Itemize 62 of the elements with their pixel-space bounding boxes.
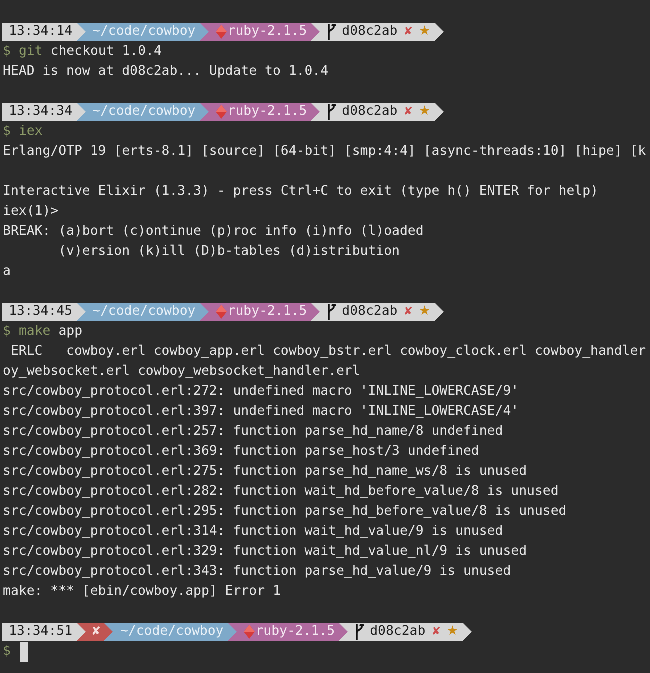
directory-path: ~/code/cowboy [92,103,196,121]
commit-hash: d08c2ab [342,103,398,121]
output-line: src/cowboy_protocol.erl:257: function parse_hd_name/8 undefined [2,423,504,441]
ruby-version: ruby-2.1.5 [228,23,308,41]
ruby-version: ruby-2.1.5 [228,103,308,121]
prompt-symbol: $ [3,123,11,141]
ruby-gem-icon [244,625,255,639]
star-mark: ★ [418,103,431,121]
output-line: src/cowboy_protocol.erl:369: function parse_host/3 undefined [2,443,480,461]
ruby-gem-icon [216,305,227,319]
command-name: make [18,323,51,341]
directory-path: ~/code/cowboy [92,303,196,321]
output-line: ERLC cowboy.erl cowboy_app.erl cowboy_bstr.erl cowboy_clock.erl cowboy_handler [10,343,646,361]
commit-hash: d08c2ab [370,623,426,641]
ruby-version: ruby-2.1.5 [228,303,308,321]
output-line: src/cowboy_protocol.erl:329: function wait_hd_value_nl/9 is unused [2,543,528,561]
output-line: src/cowboy_protocol.erl:397: undefined macro 'INLINE_LOWERCASE/4' [2,403,520,421]
prompt-symbol: $ [3,643,11,661]
command-arguments: checkout 1.0.4 [50,43,162,61]
star-mark: ★ [418,23,431,41]
clock-time: 13:34:14 [9,23,73,41]
prompt-symbol: $ [3,323,11,341]
output-line: src/cowboy_protocol.erl:282: function wait_hd_before_value/8 is unused [2,483,559,501]
ruby-gem-icon [216,105,227,119]
clock-time: 13:34:45 [9,303,73,321]
clock-time: 13:34:34 [9,103,73,121]
output-line: (v)ersion (k)ill (D)b-tables (d)istribution [58,243,400,261]
command-name: git [18,43,43,61]
output-line: make: *** [ebin/cowboy.app] Error 1 [2,583,281,601]
prompt-symbol: $ [3,43,11,61]
directory-path: ~/code/cowboy [120,623,224,641]
command-arguments: app [58,323,83,341]
dirty-mark: ✘ [404,304,413,320]
ruby-version: ruby-2.1.5 [256,623,336,641]
branch-icon [327,24,336,40]
output-line: src/cowboy_protocol.erl:314: function wait_hd_value/9 is unused [2,523,504,541]
output-line: src/cowboy_protocol.erl:295: function parse_hd_before_value/8 is unused [2,503,567,521]
dirty-mark: ✘ [432,624,441,640]
output-line: BREAK: (a)bort (c)ontinue (p)roc info (i)nfo (l)oaded [2,223,424,241]
star-mark: ★ [418,303,431,321]
commit-hash: d08c2ab [342,303,398,321]
clock-time: 13:34:51 [9,623,73,641]
commit-hash: d08c2ab [342,23,398,41]
error-mark: ✘ [92,623,100,641]
output-line: HEAD is now at d08c2ab... Update to 1.0.4 [2,63,329,81]
dirty-mark: ✘ [404,104,413,120]
branch-icon [327,104,336,120]
command-name: iex [18,123,43,141]
dirty-mark: ✘ [404,24,413,40]
output-line: Interactive Elixir (1.3.3) - press Ctrl+C to exit (type h() ENTER for help) [2,183,598,201]
output-line: src/cowboy_protocol.erl:275: function parse_hd_name_ws/8 is unused [2,463,528,481]
output-line: src/cowboy_protocol.erl:272: undefined macro 'INLINE_LOWERCASE/9' [2,383,520,401]
output-line: a [2,263,11,281]
output-line: src/cowboy_protocol.erl:343: function parse_hd_value/9 is unused [2,563,512,581]
ruby-gem-icon [216,25,227,39]
output-line: iex(1)> [2,203,59,221]
output-line: oy_websocket.erl cowboy_websocket_handler.erl [2,363,360,381]
branch-icon [327,304,336,320]
directory-path: ~/code/cowboy [92,23,196,41]
output-line: Erlang/OTP 19 [erts-8.1] [source] [64-bit] [smp:4:4] [async-threads:10] [hipe] [k [2,143,646,161]
branch-icon [355,624,364,640]
star-mark: ★ [446,623,459,641]
